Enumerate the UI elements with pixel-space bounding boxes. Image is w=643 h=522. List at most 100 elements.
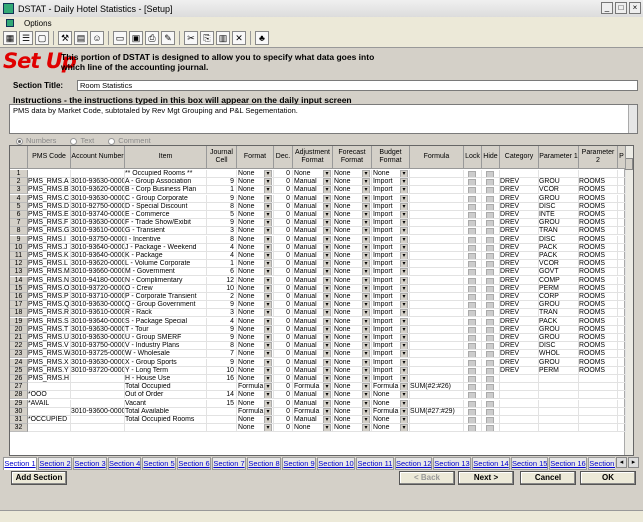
lock-checkbox[interactable] xyxy=(464,276,482,285)
cell-cat[interactable]: DREV xyxy=(500,350,539,359)
cell-dec[interactable]: 0 xyxy=(274,211,293,220)
cell-dec[interactable]: 0 xyxy=(274,424,293,433)
lock-checkbox[interactable] xyxy=(464,391,482,400)
adj-dropdown[interactable]: None xyxy=(293,170,333,179)
cell-pms[interactable]: *OCCUPIED xyxy=(28,416,71,425)
cell-p1[interactable]: GOVT xyxy=(539,268,579,277)
cell-dec[interactable]: 0 xyxy=(274,170,293,179)
table-row[interactable]: 20 PMS_RMS.T 3010-93630-00000 T - Tour 9 None… xyxy=(10,325,633,334)
cell-cell[interactable]: 4 xyxy=(207,317,237,326)
adj-dropdown[interactable]: Manual xyxy=(293,366,333,375)
table-row[interactable]: 12 PMS_RMS.L 3010-93620-00000 L - Volume Co… xyxy=(10,260,633,269)
lock-checkbox[interactable] xyxy=(464,416,482,425)
cell-cat[interactable]: DREV xyxy=(500,235,539,244)
fmt-dropdown[interactable]: None xyxy=(237,317,274,326)
cell-cell[interactable] xyxy=(207,416,237,425)
cell-p2[interactable]: ROOMS xyxy=(579,202,618,211)
hide-checkbox[interactable] xyxy=(482,424,500,433)
bud-dropdown[interactable]: Import xyxy=(372,227,410,236)
cell-acct[interactable]: 3010-93610-00000 xyxy=(71,227,125,236)
fc-dropdown[interactable]: None xyxy=(333,227,372,236)
cell-acct[interactable] xyxy=(71,424,125,433)
cell-p3[interactable] xyxy=(618,391,626,400)
cell-cell[interactable]: 8 xyxy=(207,202,237,211)
cell-cell[interactable]: 9 xyxy=(207,334,237,343)
cell-item[interactable]: F - Trade Show/Exibit xyxy=(125,219,207,228)
lock-checkbox[interactable] xyxy=(464,309,482,318)
cell-pms[interactable]: PMS_RMS.F xyxy=(28,219,71,228)
table-row[interactable]: 4 PMS_RMS.C 3010-93630-00000 C - Group Corp… xyxy=(10,194,633,203)
column-header-item[interactable]: Item xyxy=(125,146,207,169)
cell-p3[interactable] xyxy=(618,407,626,416)
adj-dropdown[interactable]: Manual xyxy=(293,317,333,326)
cell-p1[interactable]: PACK xyxy=(539,243,579,252)
bud-dropdown[interactable]: None xyxy=(372,424,410,433)
open-icon[interactable]: ▭ xyxy=(113,31,127,45)
cell-cat[interactable]: DREV xyxy=(500,276,539,285)
cell-pms[interactable]: PMS_RMS.W xyxy=(28,350,71,359)
fc-dropdown[interactable]: None xyxy=(333,399,372,408)
cell-dec[interactable]: 0 xyxy=(274,350,293,359)
cell-pms[interactable]: PMS_RMS.U xyxy=(28,334,71,343)
calendar-icon[interactable]: ▤ xyxy=(74,31,88,45)
cell-item[interactable]: U - Group SMERF xyxy=(125,334,207,343)
delete-icon[interactable]: ✕ xyxy=(232,31,246,45)
table-row[interactable]: 24 PMS_RMS.X 3010-93630-00000 X - Group Spo… xyxy=(10,358,633,367)
column-header-pms-code[interactable]: PMS Code xyxy=(28,146,71,169)
fmt-dropdown[interactable]: None xyxy=(237,235,274,244)
lock-checkbox[interactable] xyxy=(464,366,482,375)
table-row[interactable]: 9 PMS_RMS.I 3010-93750-00000 I - Incentive 8… xyxy=(10,235,633,244)
cell-item[interactable]: X - Group Sports xyxy=(125,358,207,367)
cell-acct[interactable]: 3010-93640-00000 xyxy=(71,317,125,326)
table-row[interactable]: 22 PMS_RMS.V 3010-93750-00000 V - Industry … xyxy=(10,342,633,351)
adj-dropdown[interactable]: Manual xyxy=(293,178,333,187)
cell-acct[interactable] xyxy=(71,375,125,384)
cell-dec[interactable]: 0 xyxy=(274,194,293,203)
cell-acct[interactable]: 3010-93630-00000 xyxy=(71,358,125,367)
cell-p3[interactable] xyxy=(618,219,626,228)
cell-p3[interactable] xyxy=(618,342,626,351)
hide-checkbox[interactable] xyxy=(482,170,500,179)
hide-checkbox[interactable] xyxy=(482,243,500,252)
table-row[interactable]: 10 PMS_RMS.J 3010-93640-00000 J - Package -… xyxy=(10,243,633,252)
cell-p1[interactable] xyxy=(539,416,579,425)
adj-dropdown[interactable]: Manual xyxy=(293,309,333,318)
tab-section-7[interactable]: Section 7 xyxy=(212,457,246,470)
hide-checkbox[interactable] xyxy=(482,202,500,211)
lock-checkbox[interactable] xyxy=(464,317,482,326)
cell-p1[interactable]: CORP xyxy=(539,293,579,302)
cell-p3[interactable] xyxy=(618,235,626,244)
cell-p3[interactable] xyxy=(618,424,626,433)
cell-p2[interactable]: ROOMS xyxy=(579,235,618,244)
cell-formula[interactable] xyxy=(410,194,464,203)
cell-dec[interactable]: 0 xyxy=(274,243,293,252)
cell-p2[interactable] xyxy=(579,383,618,392)
cell-p1[interactable]: PACK xyxy=(539,252,579,261)
cell-p1[interactable]: PACK xyxy=(539,317,579,326)
cell-acct[interactable]: 3010-94180-00000 xyxy=(71,276,125,285)
fmt-dropdown[interactable]: None xyxy=(237,276,274,285)
adj-dropdown[interactable]: Manual xyxy=(293,194,333,203)
cell-p3[interactable] xyxy=(618,301,626,310)
column-header-budget-format[interactable]: Budget Format xyxy=(372,146,410,169)
cell-acct[interactable] xyxy=(71,383,125,392)
lock-checkbox[interactable] xyxy=(464,293,482,302)
adj-dropdown[interactable]: Manual xyxy=(293,325,333,334)
cell-p1[interactable]: VCOR xyxy=(539,186,579,195)
column-header-account-number[interactable]: Account Number xyxy=(71,146,125,169)
fmt-dropdown[interactable]: None xyxy=(237,309,274,318)
tab-section-11[interactable]: Section 11 xyxy=(356,457,394,470)
cell-pms[interactable]: PMS_RMS.O xyxy=(28,284,71,293)
cell-acct[interactable]: 3010-93620-00000 xyxy=(71,260,125,269)
cell-formula[interactable] xyxy=(410,170,464,179)
hide-checkbox[interactable] xyxy=(482,276,500,285)
instructions-textarea[interactable]: PMS data by Market Code, subtotaled by R… xyxy=(9,104,638,134)
cell-cat[interactable]: DREV xyxy=(500,194,539,203)
ok-button[interactable]: OK xyxy=(580,471,636,485)
tab-section-17[interactable]: Section 17 xyxy=(588,457,615,470)
print-icon[interactable]: ⎙ xyxy=(145,31,159,45)
cell-acct[interactable]: 3010-93640-00000 xyxy=(71,243,125,252)
cell-cat[interactable]: DREV xyxy=(500,227,539,236)
cell-p3[interactable] xyxy=(618,375,626,384)
cell-p2[interactable]: ROOMS xyxy=(579,309,618,318)
